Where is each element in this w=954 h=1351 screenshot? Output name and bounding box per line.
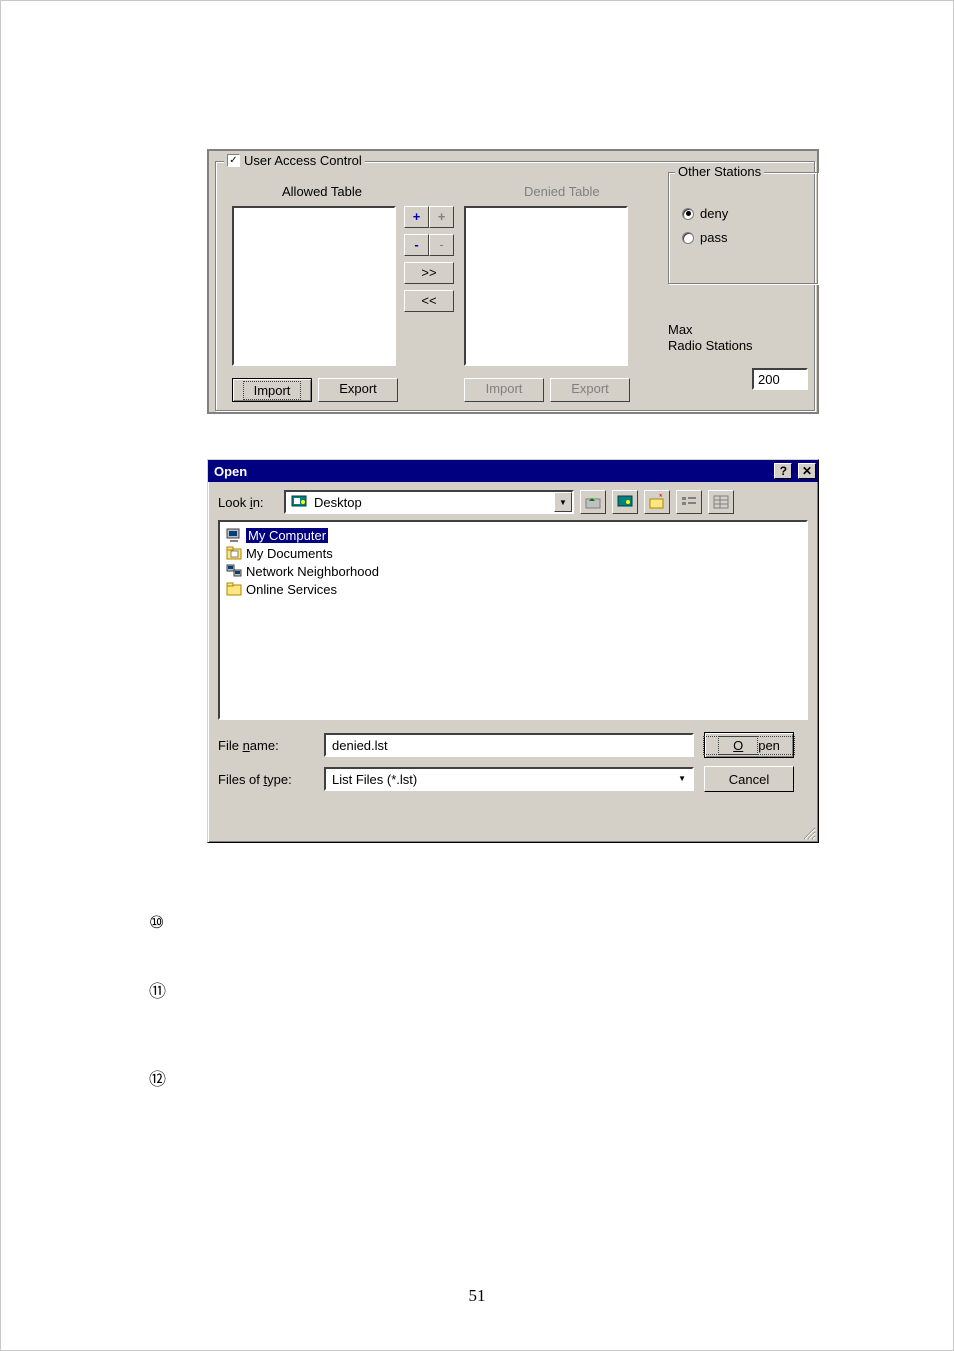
desktop-button[interactable] — [612, 490, 638, 514]
folder-docs-icon — [226, 545, 242, 561]
file-row[interactable]: My Documents — [226, 544, 800, 562]
network-icon — [226, 563, 242, 579]
other-stations-label: Other Stations — [675, 164, 764, 179]
max-stations-input[interactable] — [752, 368, 808, 390]
radio-deny-label: deny — [700, 206, 728, 221]
move-right-button[interactable]: >> — [404, 262, 454, 284]
dropdown-button[interactable]: ▼ — [554, 492, 572, 512]
dropdown-button[interactable]: ▼ — [678, 769, 686, 789]
file-row[interactable]: Online Services — [226, 580, 800, 598]
list-marker-10: ⑩ — [149, 913, 164, 933]
denied-table-label: Denied Table — [524, 184, 600, 199]
move-left-button[interactable]: << — [404, 290, 454, 312]
radio-selected-icon — [682, 208, 694, 220]
close-button[interactable]: ✕ — [798, 463, 816, 479]
file-row[interactable]: My Computer — [226, 526, 800, 544]
file-name: Online Services — [246, 582, 337, 597]
add-allowed-button[interactable]: + — [404, 206, 429, 228]
allowed-listbox[interactable] — [232, 206, 396, 366]
denied-export-button[interactable]: Export — [550, 378, 630, 402]
transfer-buttons: + + - - >> << — [404, 206, 456, 312]
dialog-titlebar[interactable]: Open ? ✕ — [208, 460, 818, 482]
allowed-table-label: Allowed Table — [282, 184, 362, 199]
file-name: My Documents — [246, 546, 333, 561]
uac-title: User Access Control — [244, 153, 362, 168]
look-in-row: Look in: Desktop ▼ * — [218, 490, 808, 514]
denied-import-button[interactable]: Import — [464, 378, 544, 402]
details-view-button[interactable] — [708, 490, 734, 514]
uac-checkbox-row[interactable]: ✓ User Access Control — [224, 153, 365, 168]
remove-denied-button[interactable]: - — [429, 234, 454, 256]
new-folder-button[interactable]: * — [644, 490, 670, 514]
cancel-button[interactable]: Cancel — [704, 766, 794, 792]
list-marker-11: ⑪ — [149, 977, 166, 1002]
dialog-bottom: File name: denied.lst Open Files of type… — [218, 732, 808, 792]
filetype-label: Files of type: — [218, 772, 314, 787]
radio-pass-label: pass — [700, 230, 727, 245]
help-button[interactable]: ? — [774, 463, 792, 479]
look-in-label: Look in: — [218, 495, 278, 510]
allowed-import-button[interactable]: Import — [232, 378, 312, 402]
allowed-import-export: Import Export — [232, 378, 398, 402]
denied-listbox[interactable] — [464, 206, 628, 366]
page-number: 51 — [1, 1286, 953, 1306]
filetype-combo[interactable]: List Files (*.lst) ▼ — [324, 767, 694, 791]
user-access-control-panel: ✓ User Access Control Allowed Table Deni… — [207, 149, 819, 414]
denied-import-export: Import Export — [464, 378, 630, 402]
file-name: Network Neighborhood — [246, 564, 379, 579]
file-list[interactable]: My Computer My Documents Network Neighbo… — [218, 520, 808, 720]
dialog-title: Open — [214, 464, 247, 479]
look-in-value: Desktop — [312, 495, 554, 510]
add-denied-button[interactable]: + — [429, 206, 454, 228]
allowed-export-button[interactable]: Export — [318, 378, 398, 402]
check-icon: ✓ — [227, 154, 240, 167]
open-dialog: Open ? ✕ Look in: Desktop ▼ — [207, 459, 819, 843]
uac-groupbox: ✓ User Access Control Allowed Table Deni… — [215, 161, 815, 411]
file-row[interactable]: Network Neighborhood — [226, 562, 800, 580]
filetype-value: List Files (*.lst) — [332, 772, 417, 787]
filename-input[interactable]: denied.lst — [324, 733, 694, 757]
radio-deny[interactable]: deny — [682, 206, 728, 221]
filename-value: denied.lst — [332, 738, 388, 753]
document-page: ✓ User Access Control Allowed Table Deni… — [0, 0, 954, 1351]
svg-text:*: * — [659, 494, 663, 502]
desktop-icon — [290, 494, 308, 510]
computer-icon — [226, 527, 242, 543]
look-in-combo[interactable]: Desktop ▼ — [284, 490, 574, 514]
radio-unselected-icon — [682, 232, 694, 244]
list-view-button[interactable] — [676, 490, 702, 514]
folder-icon — [226, 581, 242, 597]
radio-pass[interactable]: pass — [682, 230, 727, 245]
filename-label: File name: — [218, 738, 314, 753]
other-stations-groupbox: Other Stations — [668, 172, 818, 284]
dialog-body: Look in: Desktop ▼ * — [208, 482, 818, 800]
file-name: My Computer — [246, 528, 328, 543]
open-button[interactable]: Open — [704, 732, 794, 758]
up-folder-button[interactable] — [580, 490, 606, 514]
list-marker-12: ⑫ — [149, 1065, 166, 1090]
resize-grip-icon[interactable] — [802, 826, 816, 840]
remove-allowed-button[interactable]: - — [404, 234, 429, 256]
max-stations-label: Max Radio Stations — [668, 322, 753, 354]
